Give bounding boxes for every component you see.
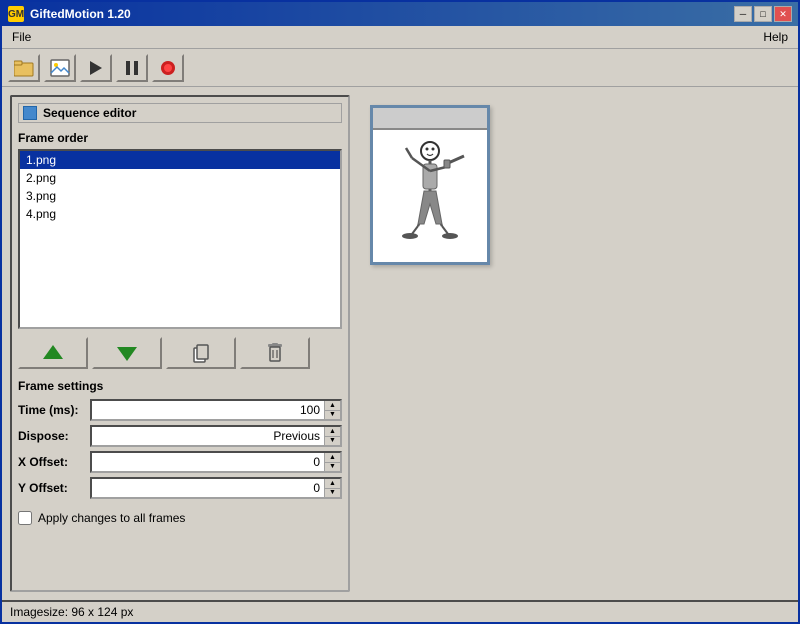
list-item[interactable]: 1.png: [20, 151, 340, 169]
dispose-label: Dispose:: [18, 429, 90, 443]
frame-list[interactable]: 1.png 2.png 3.png 4.png: [18, 149, 342, 329]
play-button[interactable]: [80, 54, 112, 82]
action-buttons: [18, 337, 342, 369]
time-row: Time (ms): ▲ ▼: [18, 399, 342, 421]
dispose-input[interactable]: [92, 427, 324, 445]
menu-help[interactable]: Help: [757, 28, 794, 46]
play-icon: [86, 59, 106, 77]
x-offset-input-wrap: ▲ ▼: [90, 451, 342, 473]
arrow-up-icon: [41, 341, 65, 365]
x-offset-down-button[interactable]: ▼: [325, 463, 340, 472]
delete-icon: [263, 341, 287, 365]
time-down-button[interactable]: ▼: [325, 411, 340, 420]
y-offset-down-button[interactable]: ▼: [325, 489, 340, 498]
preview-body: [373, 130, 487, 262]
time-label: Time (ms):: [18, 403, 90, 417]
x-offset-spinner: ▲ ▼: [324, 453, 340, 471]
stick-figure-image: [390, 136, 470, 256]
record-button[interactable]: [152, 54, 184, 82]
menubar: File Help: [2, 26, 798, 49]
y-offset-spinner: ▲ ▼: [324, 479, 340, 497]
titlebar-buttons: ─ □ ✕: [734, 6, 792, 22]
toolbar: [2, 49, 798, 87]
x-offset-input[interactable]: [92, 453, 324, 471]
move-down-button[interactable]: [92, 337, 162, 369]
main-window: GM GiftedMotion 1.20 ─ □ ✕ File Help: [0, 0, 800, 624]
open-icon: [14, 59, 34, 77]
time-spinner: ▲ ▼: [324, 401, 340, 419]
y-offset-row: Y Offset: ▲ ▼: [18, 477, 342, 499]
apply-checkbox[interactable]: [18, 511, 32, 525]
statusbar: Imagesize: 96 x 124 px: [2, 600, 798, 622]
arrow-down-icon: [115, 341, 139, 365]
time-input-wrap: ▲ ▼: [90, 399, 342, 421]
time-up-button[interactable]: ▲: [325, 401, 340, 411]
image-button[interactable]: [44, 54, 76, 82]
x-offset-row: X Offset: ▲ ▼: [18, 451, 342, 473]
copy-button[interactable]: [166, 337, 236, 369]
list-item[interactable]: 2.png: [20, 169, 340, 187]
copy-icon: [189, 341, 213, 365]
delete-button[interactable]: [240, 337, 310, 369]
dispose-spinner: ▲ ▼: [324, 427, 340, 445]
x-offset-label: X Offset:: [18, 455, 90, 469]
panel-header-icon: [23, 106, 37, 120]
pause-icon: [122, 59, 142, 77]
y-offset-input[interactable]: [92, 479, 324, 497]
menu-file[interactable]: File: [6, 28, 37, 46]
titlebar-left: GM GiftedMotion 1.20: [8, 6, 131, 22]
pause-button[interactable]: [116, 54, 148, 82]
maximize-button[interactable]: □: [754, 6, 772, 22]
move-up-button[interactable]: [18, 337, 88, 369]
frame-order-label: Frame order: [18, 131, 342, 145]
list-item[interactable]: 3.png: [20, 187, 340, 205]
x-offset-up-button[interactable]: ▲: [325, 453, 340, 463]
right-panel: [360, 95, 790, 592]
preview-frame: [370, 105, 490, 265]
panel-header: Sequence editor: [18, 103, 342, 123]
time-input[interactable]: [92, 401, 324, 419]
window-title: GiftedMotion 1.20: [30, 7, 131, 21]
apply-checkbox-row: Apply changes to all frames: [18, 511, 342, 525]
apply-label: Apply changes to all frames: [38, 511, 185, 525]
app-icon: GM: [8, 6, 24, 22]
preview-header-bar: [373, 108, 487, 130]
sequence-editor-title: Sequence editor: [43, 106, 136, 120]
close-button[interactable]: ✕: [774, 6, 792, 22]
titlebar: GM GiftedMotion 1.20 ─ □ ✕: [2, 2, 798, 26]
open-button[interactable]: [8, 54, 40, 82]
frame-settings-label: Frame settings: [18, 379, 342, 393]
dispose-input-wrap: ▲ ▼: [90, 425, 342, 447]
y-offset-up-button[interactable]: ▲: [325, 479, 340, 489]
list-item[interactable]: 4.png: [20, 205, 340, 223]
y-offset-label: Y Offset:: [18, 481, 90, 495]
dispose-up-button[interactable]: ▲: [325, 427, 340, 437]
dispose-down-button[interactable]: ▼: [325, 437, 340, 446]
record-icon: [158, 59, 178, 77]
image-icon: [50, 59, 70, 77]
main-content: Sequence editor Frame order 1.png 2.png …: [2, 87, 798, 600]
status-text: Imagesize: 96 x 124 px: [10, 605, 133, 619]
minimize-button[interactable]: ─: [734, 6, 752, 22]
y-offset-input-wrap: ▲ ▼: [90, 477, 342, 499]
left-panel: Sequence editor Frame order 1.png 2.png …: [10, 95, 350, 592]
dispose-row: Dispose: ▲ ▼: [18, 425, 342, 447]
